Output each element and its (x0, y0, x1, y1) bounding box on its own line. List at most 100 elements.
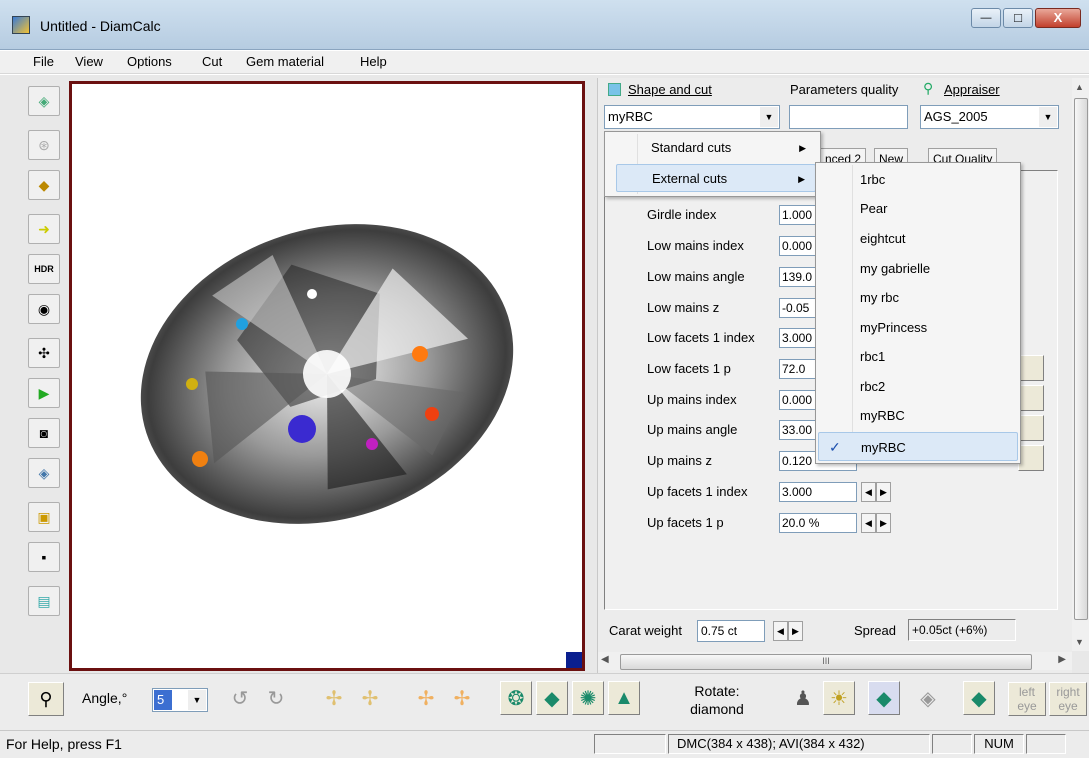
chevron-right-icon: ▶ (798, 174, 805, 184)
rotate-viewer-icon[interactable]: ♟ (787, 681, 819, 715)
hdr-button[interactable]: HDR (28, 254, 60, 284)
menu-item-external-cuts[interactable]: External cuts ▶ (616, 164, 816, 192)
light-arrow-icon[interactable]: ➜ (28, 214, 60, 244)
diamond-options-icon[interactable]: ◆ (963, 681, 995, 715)
gem-color-icon[interactable]: ◆ (28, 170, 60, 200)
vertical-scrollbar[interactable]: ▲ ▼ (1072, 78, 1089, 651)
param-label: Up mains z (647, 453, 713, 468)
pavilion-view-icon[interactable]: ▲ (608, 681, 640, 715)
diamond-image (140, 224, 514, 524)
shape-select[interactable]: myRBC ▼ (604, 105, 780, 129)
carat-spinner[interactable]: ◀ ▶ (773, 621, 803, 641)
diamond-viewport[interactable] (69, 81, 585, 671)
viewport-corner-handle[interactable] (566, 652, 582, 668)
rotate-right-icon[interactable]: ↻ (260, 681, 292, 715)
arrow-left-icon[interactable]: ◀ (861, 513, 876, 533)
rotate-diamond-icon[interactable]: ◆ (868, 681, 900, 715)
rotate-gem-icon[interactable]: ◈ (28, 458, 60, 488)
save-icon[interactable]: ▪ (28, 542, 60, 572)
chevron-down-icon[interactable]: ▼ (1039, 107, 1057, 127)
carat-weight-field[interactable]: 0.75 ct (697, 620, 765, 642)
scroll-grip: III (822, 656, 830, 666)
param-value[interactable]: 20.0 % (779, 513, 857, 533)
menu-gem-material[interactable]: Gem material (240, 51, 330, 73)
menu-options[interactable]: Options (121, 51, 178, 73)
video-camera-icon[interactable]: ◙ (28, 418, 60, 448)
play-icon[interactable]: ▶ (28, 378, 60, 408)
left-eye-line1: left (1018, 685, 1035, 699)
scroll-right-icon[interactable]: ▶ (1058, 654, 1066, 665)
minimize-button[interactable]: — (971, 8, 1001, 28)
arrow-left-icon[interactable]: ◀ (773, 621, 788, 641)
axis-horizontal-icon[interactable]: ✢ (410, 681, 442, 715)
report-icon[interactable]: ▤ (28, 586, 60, 616)
menu-file[interactable]: File (27, 51, 60, 73)
submenu-item[interactable]: rbc2 (818, 372, 1018, 401)
status-bar: For Help, press F1 DMC(384 x 438); AVI(3… (0, 730, 1089, 758)
param-label: Low mains angle (647, 269, 745, 284)
chevron-down-icon[interactable]: ▼ (188, 690, 206, 710)
param-spinner[interactable]: ◀ ▶ (861, 482, 891, 502)
top-view-icon[interactable]: ❂ (500, 681, 532, 715)
angle-label: Angle,° (82, 690, 128, 706)
status-help-text: For Help, press F1 (6, 736, 122, 752)
scroll-up-icon[interactable]: ▲ (1075, 82, 1084, 92)
arrow-right-icon[interactable]: ▶ (788, 621, 803, 641)
appraiser-select[interactable]: AGS_2005 ▼ (920, 105, 1059, 129)
menu-item-standard-cuts[interactable]: Standard cuts ▶ (616, 134, 816, 162)
side-view-icon[interactable]: ◆ (536, 681, 568, 715)
shape-and-cut-label: Shape and cut (628, 82, 712, 97)
panel-side-button[interactable] (1018, 415, 1044, 441)
submenu-item[interactable]: myRBC (818, 401, 1018, 430)
submenu-item[interactable]: my gabrielle (818, 254, 1018, 283)
chevron-down-icon[interactable]: ▼ (760, 107, 778, 127)
submenu-item-selected[interactable]: ✓ myRBC (818, 432, 1018, 461)
left-eye-button[interactable]: left eye (1008, 682, 1046, 716)
camera-icon[interactable]: ◉ (28, 294, 60, 324)
window-title: Untitled - DiamCalc (40, 18, 161, 34)
axis-horizontal-2-icon[interactable]: ✢ (446, 681, 478, 715)
move-icon[interactable]: ✣ (28, 338, 60, 368)
scroll-down-icon[interactable]: ▼ (1075, 637, 1084, 647)
rotate-label-line2: diamond (690, 701, 744, 717)
param-label: Girdle index (647, 207, 717, 222)
maximize-button[interactable]: □ (1003, 8, 1033, 28)
parameters-quality-field[interactable] (789, 105, 908, 129)
submenu-item[interactable]: my rbc (818, 283, 1018, 312)
open-folder-icon[interactable]: ▣ (28, 502, 60, 532)
menu-view[interactable]: View (69, 51, 109, 73)
close-button[interactable]: X (1035, 8, 1081, 28)
angle-select[interactable]: 5 ▼ (152, 688, 208, 712)
submenu-item[interactable]: rbc1 (818, 342, 1018, 371)
menu-help[interactable]: Help (354, 51, 393, 73)
panel-side-button[interactable] (1018, 445, 1044, 471)
horizontal-scrollbar[interactable]: ◀ III ▶ (598, 652, 1072, 670)
rotate-left-icon[interactable]: ↺ (224, 681, 256, 715)
vertical-scroll-thumb[interactable] (1074, 98, 1088, 620)
axis-vertical-2-icon[interactable]: ✢ (354, 681, 386, 715)
right-eye-button[interactable]: right eye (1049, 682, 1087, 716)
menu-cut[interactable]: Cut (196, 51, 228, 73)
param-label: Low mains index (647, 238, 744, 253)
scroll-left-icon[interactable]: ◀ (601, 654, 609, 665)
bottom-view-icon[interactable]: ✺ (572, 681, 604, 715)
param-label: Low facets 1 index (647, 330, 755, 345)
submenu-item[interactable]: 1rbc (818, 165, 1018, 194)
diamond-view-icon[interactable]: ◈ (28, 86, 60, 116)
rotate-disabled-icon[interactable]: ◈ (912, 681, 944, 715)
submenu-item[interactable]: eightcut (818, 224, 1018, 253)
arrow-right-icon[interactable]: ▶ (876, 513, 891, 533)
arrow-right-icon[interactable]: ▶ (876, 482, 891, 502)
submenu-item[interactable]: myPrincess (818, 313, 1018, 342)
param-spinner[interactable]: ◀ ▶ (861, 513, 891, 533)
panel-side-button[interactable] (1018, 385, 1044, 411)
magnify-disabled-icon[interactable]: ⊛ (28, 130, 60, 160)
submenu-item[interactable]: Pear (818, 194, 1018, 223)
horizontal-scroll-thumb[interactable]: III (620, 654, 1032, 670)
axis-vertical-icon[interactable]: ✢ (318, 681, 350, 715)
arrow-left-icon[interactable]: ◀ (861, 482, 876, 502)
param-value[interactable]: 3.000 (779, 482, 857, 502)
zoom-button[interactable]: ⚲ (28, 682, 64, 716)
rotate-light-icon[interactable]: ☀ (823, 681, 855, 715)
panel-side-button[interactable] (1018, 355, 1044, 381)
